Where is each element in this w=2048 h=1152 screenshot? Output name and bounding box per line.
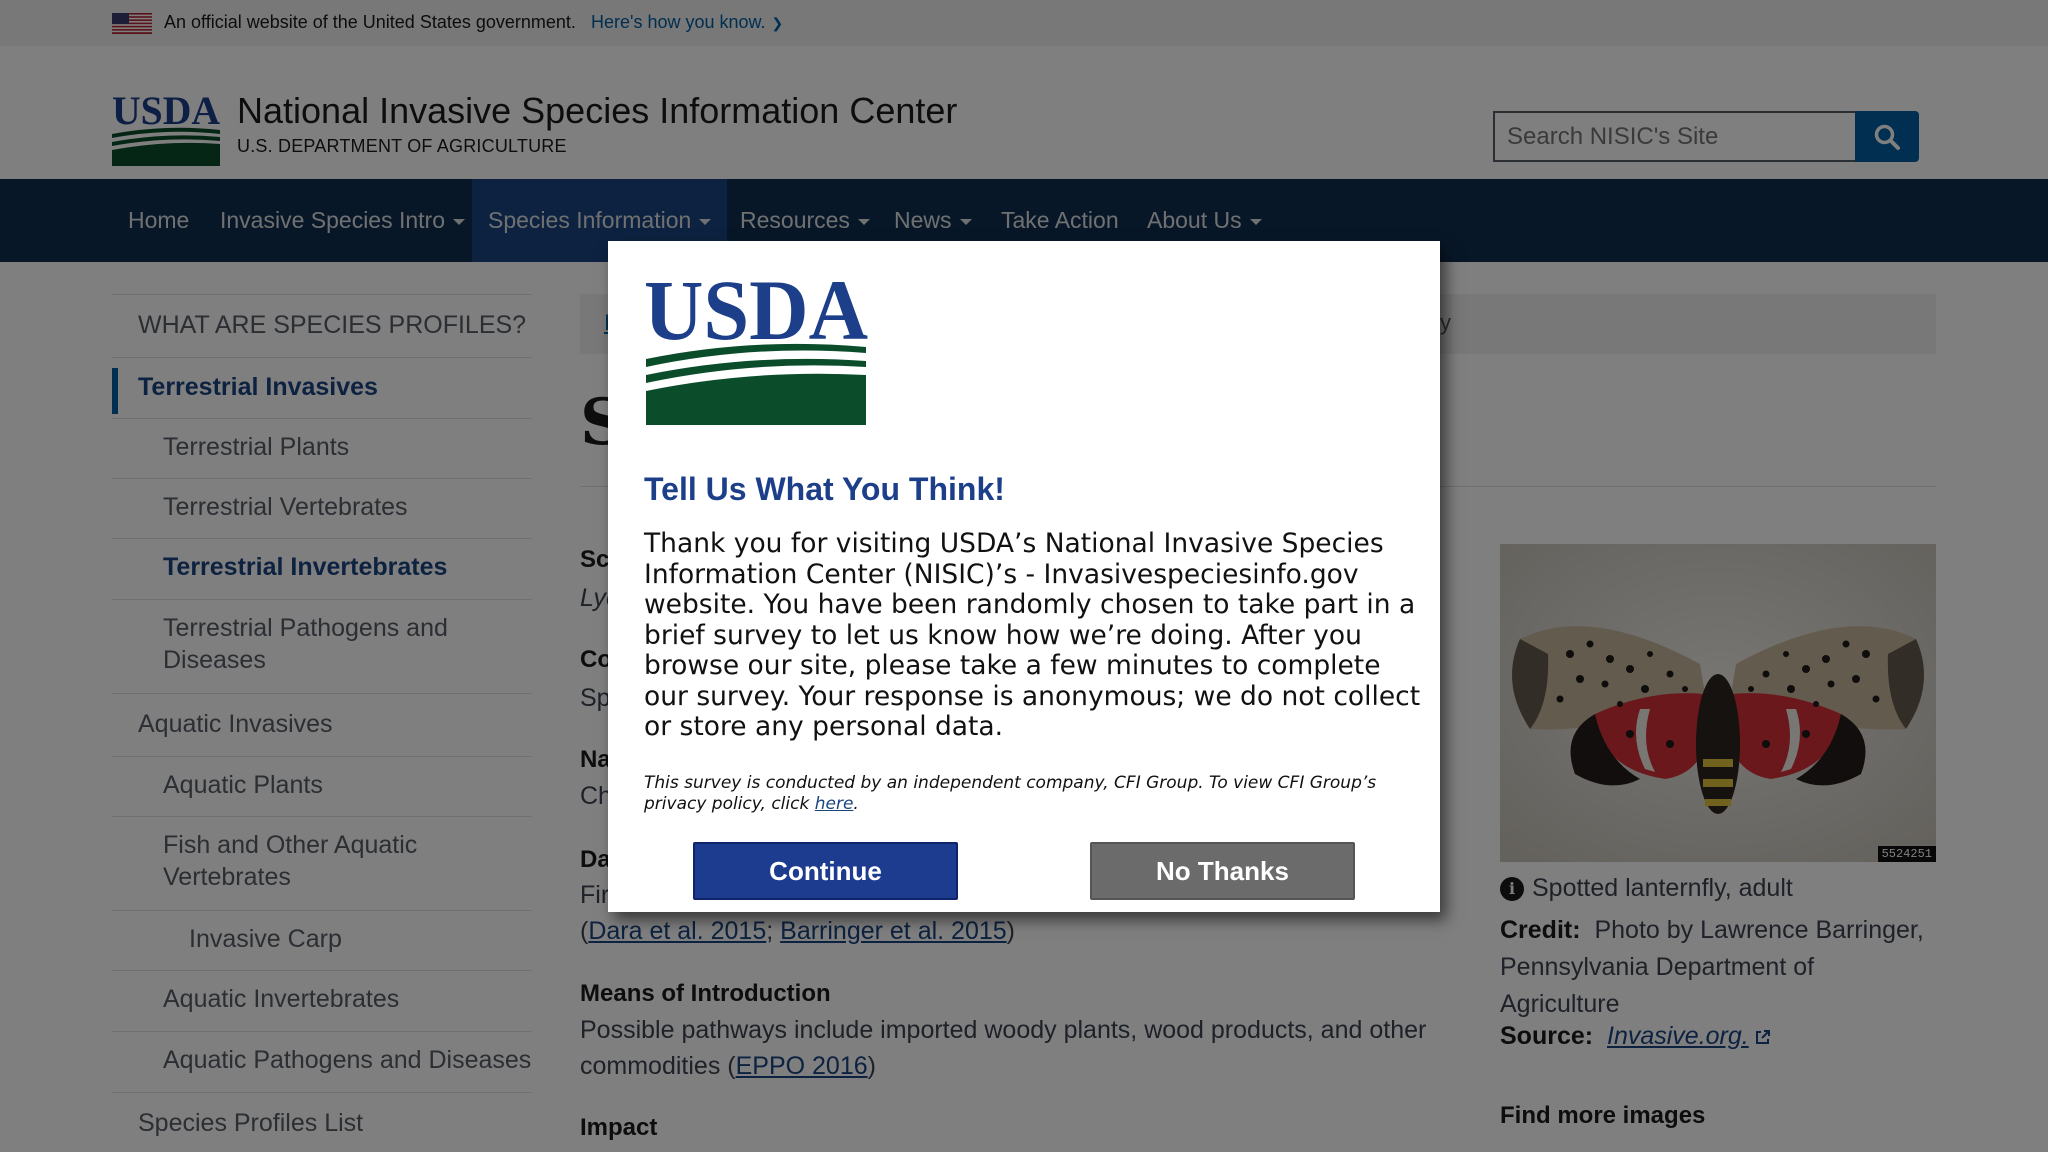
modal-heading: Tell Us What You Think! — [644, 471, 1005, 507]
fine-print-end: . — [853, 794, 859, 814]
privacy-policy-link[interactable]: here — [815, 794, 854, 814]
modal-fine-print: This survey is conducted by an independe… — [644, 773, 1424, 815]
usda-logo: USDA — [644, 267, 868, 425]
modal-body: Thank you for visiting USDA’s National I… — [644, 528, 1421, 742]
no-thanks-button[interactable]: No Thanks — [1090, 842, 1355, 900]
survey-modal: USDA Tell Us What You Think! Thank you f… — [608, 241, 1440, 912]
svg-text:USDA: USDA — [644, 267, 868, 358]
continue-button[interactable]: Continue — [693, 842, 958, 900]
fine-print-text: This survey is conducted by an independe… — [644, 773, 1377, 814]
